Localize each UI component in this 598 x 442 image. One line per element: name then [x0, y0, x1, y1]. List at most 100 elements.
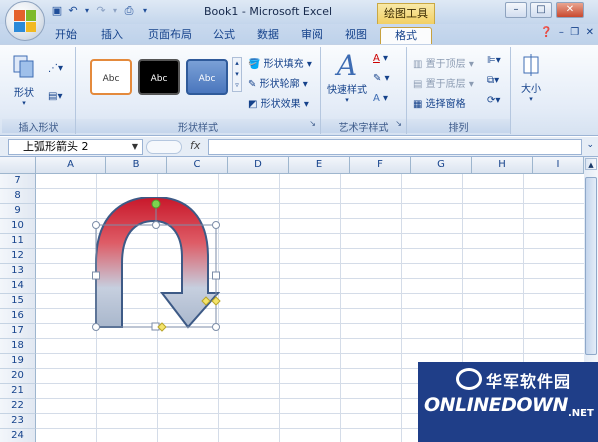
watermark-brand: ONLINEDOWN — [424, 394, 568, 416]
selection-pane-button[interactable]: ▦ 选择窗格 — [413, 95, 466, 110]
resize-handle[interactable] — [92, 323, 100, 331]
minimize-button[interactable]: – — [505, 2, 527, 18]
undo-dropdown-icon[interactable]: ▾ — [80, 4, 94, 18]
column-header[interactable]: C — [167, 157, 228, 174]
name-box[interactable]: 上弧形箭头 2 ▼ — [8, 139, 143, 155]
row-header[interactable]: 23 — [0, 414, 36, 429]
watermark-suffix: .NET — [568, 408, 594, 419]
row-header[interactable]: 7 — [0, 174, 36, 189]
column-header[interactable]: E — [289, 157, 350, 174]
maximize-button[interactable]: □ — [530, 2, 552, 18]
resize-handle[interactable] — [92, 271, 100, 280]
row-header[interactable]: 16 — [0, 309, 36, 324]
resize-handle[interactable] — [92, 221, 100, 229]
select-all-corner[interactable] — [0, 157, 36, 174]
text-outline-icon[interactable]: ✎ ▾ — [373, 73, 390, 84]
align-icon[interactable]: ⊫▾ — [487, 55, 501, 66]
formula-input[interactable] — [208, 139, 582, 155]
curved-up-arrow-shape[interactable] — [90, 197, 226, 333]
shape-outline-button[interactable]: ✎ 形状轮廓 ▾ — [248, 75, 308, 90]
tab-data[interactable]: 数据 — [250, 27, 286, 44]
dialog-launcher-icon[interactable]: ↘ — [395, 119, 402, 128]
send-to-back-button[interactable]: ▤ 置于底层 ▾ — [413, 75, 474, 90]
scroll-thumb[interactable] — [585, 177, 597, 355]
row-header[interactable]: 10 — [0, 219, 36, 234]
column-header[interactable]: G — [411, 157, 472, 174]
doc-close-icon[interactable]: ✕ — [586, 27, 594, 38]
edit-shape-icon[interactable]: ⋰▾ — [48, 63, 63, 74]
save-icon[interactable]: ▣ — [50, 4, 64, 18]
rotate-icon[interactable]: ⟳▾ — [487, 95, 500, 106]
group-size: 大小 ▾ — [511, 47, 551, 134]
shape-style-gallery-item[interactable]: Abc — [186, 59, 228, 95]
formula-bar: 上弧形箭头 2 ▼ fx ⌄ — [0, 137, 598, 157]
rotation-handle[interactable] — [151, 199, 161, 209]
scroll-up-icon[interactable]: ▲ — [585, 158, 597, 170]
redo-icon[interactable]: ↷ — [94, 4, 108, 18]
close-button[interactable]: ✕ — [556, 2, 584, 18]
formula-bar-splitter[interactable] — [146, 140, 182, 154]
quick-styles-button[interactable]: A 快速样式 ▾ — [325, 49, 369, 105]
dialog-launcher-icon[interactable]: ↘ — [309, 119, 316, 128]
row-header[interactable]: 12 — [0, 249, 36, 264]
wordart-a-icon: A — [336, 49, 358, 82]
row-header[interactable]: 22 — [0, 399, 36, 414]
quick-styles-label: 快速样式 — [327, 85, 367, 96]
qat-customize-icon[interactable]: ▾ — [138, 4, 152, 18]
doc-minimize-icon[interactable]: – — [559, 27, 564, 38]
row-header[interactable]: 9 — [0, 204, 36, 219]
help-icon[interactable]: ❓ — [540, 27, 552, 38]
column-header[interactable]: F — [350, 157, 411, 174]
row-header[interactable]: 24 — [0, 429, 36, 442]
shape-style-gallery-item[interactable]: Abc — [138, 59, 180, 95]
row-header[interactable]: 14 — [0, 279, 36, 294]
name-box-dropdown-icon[interactable]: ▼ — [132, 140, 138, 154]
shape-style-gallery-item[interactable]: Abc — [90, 59, 132, 95]
undo-icon[interactable]: ↶ — [66, 4, 80, 18]
text-box-icon[interactable]: ▤▾ — [48, 91, 62, 102]
resize-handle[interactable] — [212, 323, 220, 331]
row-header[interactable]: 15 — [0, 294, 36, 309]
row-header[interactable]: 13 — [0, 264, 36, 279]
text-fill-icon[interactable]: A ▾ — [373, 53, 388, 64]
column-header[interactable]: I — [533, 157, 584, 174]
shapes-button[interactable]: 形状 ▾ — [8, 53, 40, 107]
drawing-tools-context-title: 绘图工具 — [377, 3, 435, 24]
insert-function-icon[interactable]: fx — [190, 139, 200, 152]
tab-page-layout[interactable]: 页面布局 — [140, 27, 200, 44]
row-header[interactable]: 8 — [0, 189, 36, 204]
group-icon[interactable]: ⧉▾ — [487, 75, 499, 86]
watermark-logo: 华军软件园 ONLINEDOWN .NET — [418, 362, 598, 442]
column-header[interactable]: D — [228, 157, 289, 174]
redo-dropdown-icon[interactable]: ▾ — [108, 4, 122, 18]
tab-review[interactable]: 审阅 — [294, 27, 330, 44]
tab-format[interactable]: 格式 — [380, 27, 432, 44]
print-preview-icon[interactable]: ⎙ — [122, 4, 136, 18]
tab-formulas[interactable]: 公式 — [206, 27, 242, 44]
size-button[interactable]: 大小 ▾ — [515, 53, 547, 103]
row-header[interactable]: 20 — [0, 369, 36, 384]
row-header[interactable]: 18 — [0, 339, 36, 354]
gallery-scroll-controls[interactable]: ▴ ▾ ▿ — [232, 57, 242, 92]
column-header[interactable]: B — [106, 157, 167, 174]
tab-view[interactable]: 视图 — [338, 27, 374, 44]
resize-handle[interactable] — [212, 221, 220, 229]
expand-formula-bar-icon[interactable]: ⌄ — [586, 140, 594, 150]
shape-fill-button[interactable]: 🪣 形状填充 ▾ — [248, 55, 312, 70]
row-header[interactable]: 11 — [0, 234, 36, 249]
text-effects-icon[interactable]: A ▾ — [373, 93, 388, 104]
office-button[interactable] — [5, 1, 45, 41]
shape-effects-button[interactable]: ◩ 形状效果 ▾ — [248, 95, 309, 110]
tab-home[interactable]: 开始 — [46, 27, 86, 44]
column-header[interactable]: H — [472, 157, 533, 174]
resize-handle[interactable] — [212, 271, 220, 280]
bring-to-front-button[interactable]: ▥ 置于顶层 ▾ — [413, 55, 474, 70]
tab-insert[interactable]: 插入 — [92, 27, 132, 44]
row-header[interactable]: 19 — [0, 354, 36, 369]
globe-icon — [456, 368, 482, 390]
row-header[interactable]: 21 — [0, 384, 36, 399]
doc-restore-icon[interactable]: ❐ — [570, 27, 579, 38]
row-header[interactable]: 17 — [0, 324, 36, 339]
column-header[interactable]: A — [36, 157, 106, 174]
resize-handle[interactable] — [152, 221, 160, 229]
